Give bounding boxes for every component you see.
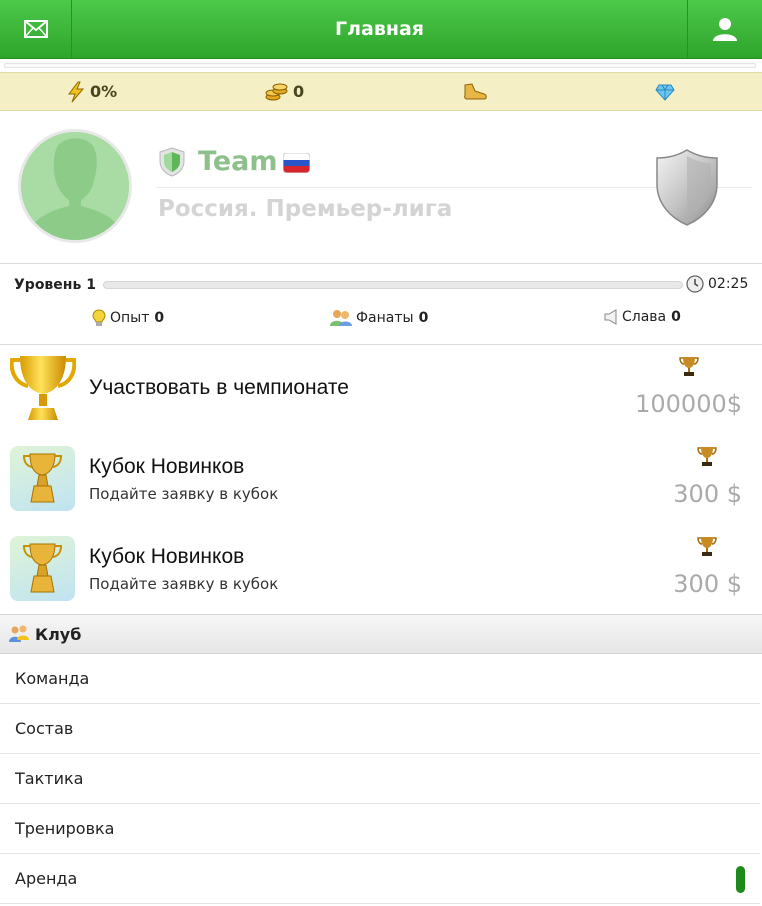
menu-item-squad[interactable]: Состав <box>0 704 760 754</box>
experience-label: Опыт <box>110 310 150 326</box>
fame-label: Слава <box>622 309 667 325</box>
energy-value: 0% <box>90 82 118 101</box>
menu-item-training[interactable]: Тренировка <box>0 804 760 854</box>
league-name[interactable]: Россия. Премьер-лига <box>158 196 452 222</box>
resource-bar: 0% 0 <box>0 72 762 111</box>
timer-value: 02:25 <box>708 276 749 292</box>
fans-stat: Фанаты 0 <box>330 309 428 327</box>
club-title: Клуб <box>35 624 82 644</box>
top-header: Главная <box>0 0 762 59</box>
cup-prize: 300 $ <box>673 480 742 508</box>
cup-subtitle: Подайте заявку в кубок <box>89 575 279 593</box>
cup-tile <box>10 536 75 601</box>
mail-button[interactable] <box>0 0 72 58</box>
mail-icon <box>23 20 48 38</box>
cup-title: Кубок Новинков <box>89 545 245 568</box>
cup-subtitle: Подайте заявку в кубок <box>89 485 279 503</box>
club-section-header: Клуб <box>0 614 762 654</box>
diamond-icon <box>655 84 675 101</box>
section-divider <box>0 263 762 264</box>
menu-item-rent[interactable]: Аренда <box>0 854 760 904</box>
championship-prize: 100000$ <box>635 390 742 418</box>
fame-stat: Слава 0 <box>604 309 681 325</box>
club-icon <box>9 625 29 642</box>
trophy-icon <box>697 447 717 466</box>
fans-label: Фанаты <box>356 310 414 326</box>
coins-value: 0 <box>293 82 305 101</box>
lightbulb-icon <box>92 309 106 326</box>
team-name[interactable]: Team <box>198 146 278 177</box>
championship-title: Участвовать в чемпионате <box>89 376 349 399</box>
thin-progress-bar <box>4 63 756 68</box>
menu-item-team[interactable]: Команда <box>0 654 760 704</box>
cup-tile <box>10 446 75 511</box>
boot-icon <box>464 82 487 99</box>
megaphone-icon <box>604 309 617 325</box>
cup-prize: 300 $ <box>673 570 742 598</box>
russia-flag-icon <box>283 153 310 173</box>
section-divider <box>0 344 762 345</box>
energy-resource[interactable]: 0% <box>66 73 117 110</box>
profile-icon <box>713 18 737 41</box>
level-progress-bar <box>103 281 683 289</box>
cup-icon <box>22 453 63 503</box>
page-title: Главная <box>334 18 425 40</box>
cup-icon <box>22 543 63 593</box>
cup-title: Кубок Новинков <box>89 455 245 478</box>
team-avatar[interactable] <box>18 129 132 243</box>
trophy-icon <box>679 357 699 376</box>
clock-icon <box>686 275 704 293</box>
fame-value: 0 <box>671 309 681 325</box>
fans-icon <box>330 310 352 326</box>
gold-cup-icon <box>10 356 76 420</box>
trophy-icon <box>697 537 717 556</box>
level-timer: 02:25 <box>686 275 748 293</box>
scroll-indicator[interactable] <box>736 866 745 893</box>
fans-value: 0 <box>418 310 429 326</box>
coins-resource[interactable]: 0 <box>265 73 304 110</box>
experience-value: 0 <box>154 310 165 326</box>
small-shield-icon <box>159 147 185 177</box>
profile-button[interactable] <box>687 0 762 58</box>
experience-stat: Опыт 0 <box>92 309 164 327</box>
silhouette-icon <box>21 132 129 240</box>
level-label: Уровень 1 <box>14 277 96 293</box>
menu-item-tactics[interactable]: Тактика <box>0 754 760 804</box>
gems-resource[interactable] <box>655 73 679 110</box>
boots-resource[interactable] <box>462 73 492 110</box>
coins-icon <box>265 83 288 100</box>
lightning-icon <box>68 81 85 102</box>
team-emblem-shield-icon[interactable] <box>655 148 719 226</box>
